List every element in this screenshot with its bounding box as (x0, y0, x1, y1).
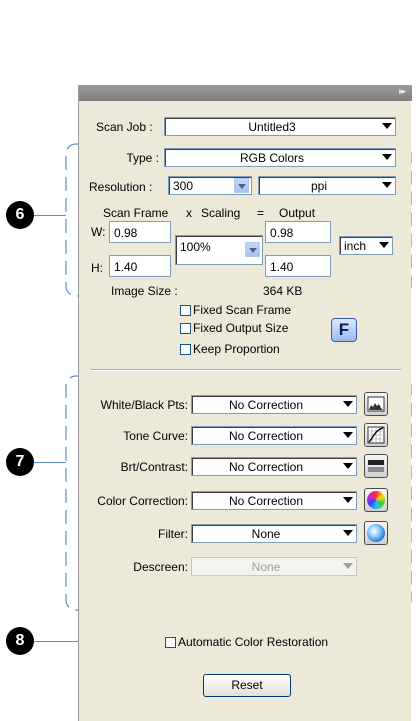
scan-job-select[interactable]: Untitled3 (164, 117, 396, 136)
reset-button[interactable]: Reset (203, 674, 291, 697)
type-value: RGB Colors (239, 151, 304, 165)
chevron-down-icon (343, 463, 353, 469)
descreen-value: None (251, 560, 281, 574)
keep-proportion-checkbox[interactable] (180, 344, 191, 355)
panel-titlebar[interactable]: ▸▸ (79, 85, 412, 101)
scaling-header: Scaling (201, 206, 241, 220)
resolution-select[interactable]: 300 (168, 176, 252, 195)
resolution-unit-select[interactable]: ppi (258, 176, 396, 195)
color-wheel-icon[interactable] (364, 488, 388, 512)
resolution-unit-value: ppi (310, 179, 327, 193)
scan-job-label: Scan Job : (96, 120, 153, 134)
equals-header: = (257, 206, 265, 220)
f-button[interactable]: F (331, 318, 357, 342)
chevron-down-icon (382, 182, 392, 188)
auto-color-restoration-checkbox[interactable] (165, 637, 176, 648)
filter-select[interactable]: None (191, 524, 357, 543)
tone-curve-label: Tone Curve: (123, 429, 188, 443)
scaling-value: 100% (180, 240, 211, 254)
brt-contrast-label: Brt/Contrast: (120, 460, 188, 474)
tone-curve-select[interactable]: No Correction (191, 426, 357, 445)
color-correction-label: Color Correction: (97, 494, 188, 508)
descreen-select[interactable]: None (191, 557, 357, 576)
fixed-output-size-checkbox[interactable] (180, 323, 191, 334)
type-label: Type : (126, 151, 159, 165)
chevron-down-icon (379, 242, 389, 248)
image-size-value: 364 KB (263, 284, 303, 298)
white-black-pts-value: No Correction (228, 398, 304, 412)
chevron-down-icon (382, 154, 392, 160)
filter-value: None (251, 527, 281, 541)
scan-width-value: 0.98 (114, 226, 138, 240)
fixed-scan-frame-checkbox[interactable] (180, 305, 191, 316)
brt-contrast-select[interactable]: No Correction (191, 457, 357, 476)
fixed-scan-frame-label: Fixed Scan Frame (193, 303, 292, 317)
callout-6: 6 (6, 201, 34, 229)
output-height-value: 1.40 (270, 260, 294, 274)
width-label: W: (91, 225, 106, 239)
chevron-down-icon (343, 497, 353, 503)
histogram-icon[interactable] (364, 392, 388, 416)
descreen-label: Descreen: (133, 560, 188, 574)
fixed-output-size-label: Fixed Output Size (193, 321, 289, 335)
chevron-down-icon (343, 530, 353, 536)
image-size-label: Image Size : (111, 284, 178, 298)
chevron-down-icon (245, 242, 260, 257)
output-unit-value: inch (344, 239, 367, 253)
filter-label: Filter: (158, 527, 188, 541)
callout-7: 7 (6, 448, 34, 476)
collapse-chevron-icon[interactable]: ▸▸ (399, 86, 406, 97)
keep-proportion-label: Keep Proportion (193, 342, 280, 356)
scan-height-value: 1.40 (114, 260, 138, 274)
output-width-field[interactable]: 0.98 (265, 221, 331, 243)
type-select[interactable]: RGB Colors (164, 148, 396, 167)
white-black-pts-label: White/Black Pts: (100, 398, 188, 412)
x-header: x (186, 206, 192, 220)
color-correction-select[interactable]: No Correction (191, 491, 357, 510)
scan-settings-panel: ▸▸ Scan Job : Untitled3 Type : RGB Color… (78, 85, 412, 721)
tone-curve-icon[interactable] (364, 423, 388, 447)
callout-7-line (34, 462, 66, 463)
scan-width-field[interactable]: 0.98 (109, 221, 171, 243)
brightness-contrast-icon[interactable] (364, 454, 388, 478)
scan-frame-header: Scan Frame (103, 206, 169, 220)
white-black-pts-select[interactable]: No Correction (191, 395, 357, 414)
scan-job-value: Untitled3 (248, 120, 296, 134)
color-correction-value: No Correction (228, 494, 304, 508)
chevron-down-icon (382, 123, 392, 129)
callout-6-line (34, 215, 66, 216)
output-header: Output (279, 206, 316, 220)
resolution-value: 300 (173, 179, 194, 193)
callout-8: 8 (6, 627, 34, 655)
auto-color-restoration-label: Automatic Color Restoration (178, 635, 329, 649)
chevron-down-icon (343, 563, 353, 569)
output-height-field[interactable]: 1.40 (265, 255, 331, 277)
scan-height-field[interactable]: 1.40 (109, 255, 171, 277)
filter-icon[interactable] (364, 521, 388, 545)
scaling-select[interactable]: 100% (175, 235, 263, 265)
brt-contrast-value: No Correction (228, 460, 304, 474)
resolution-label: Resolution : (89, 180, 153, 194)
output-unit-select[interactable]: inch (339, 236, 393, 255)
tone-curve-value: No Correction (228, 429, 304, 443)
chevron-down-icon (343, 432, 353, 438)
height-label: H: (91, 261, 103, 275)
chevron-down-icon (234, 178, 249, 193)
chevron-down-icon (343, 401, 353, 407)
separator (91, 369, 401, 371)
output-width-value: 0.98 (270, 226, 294, 240)
